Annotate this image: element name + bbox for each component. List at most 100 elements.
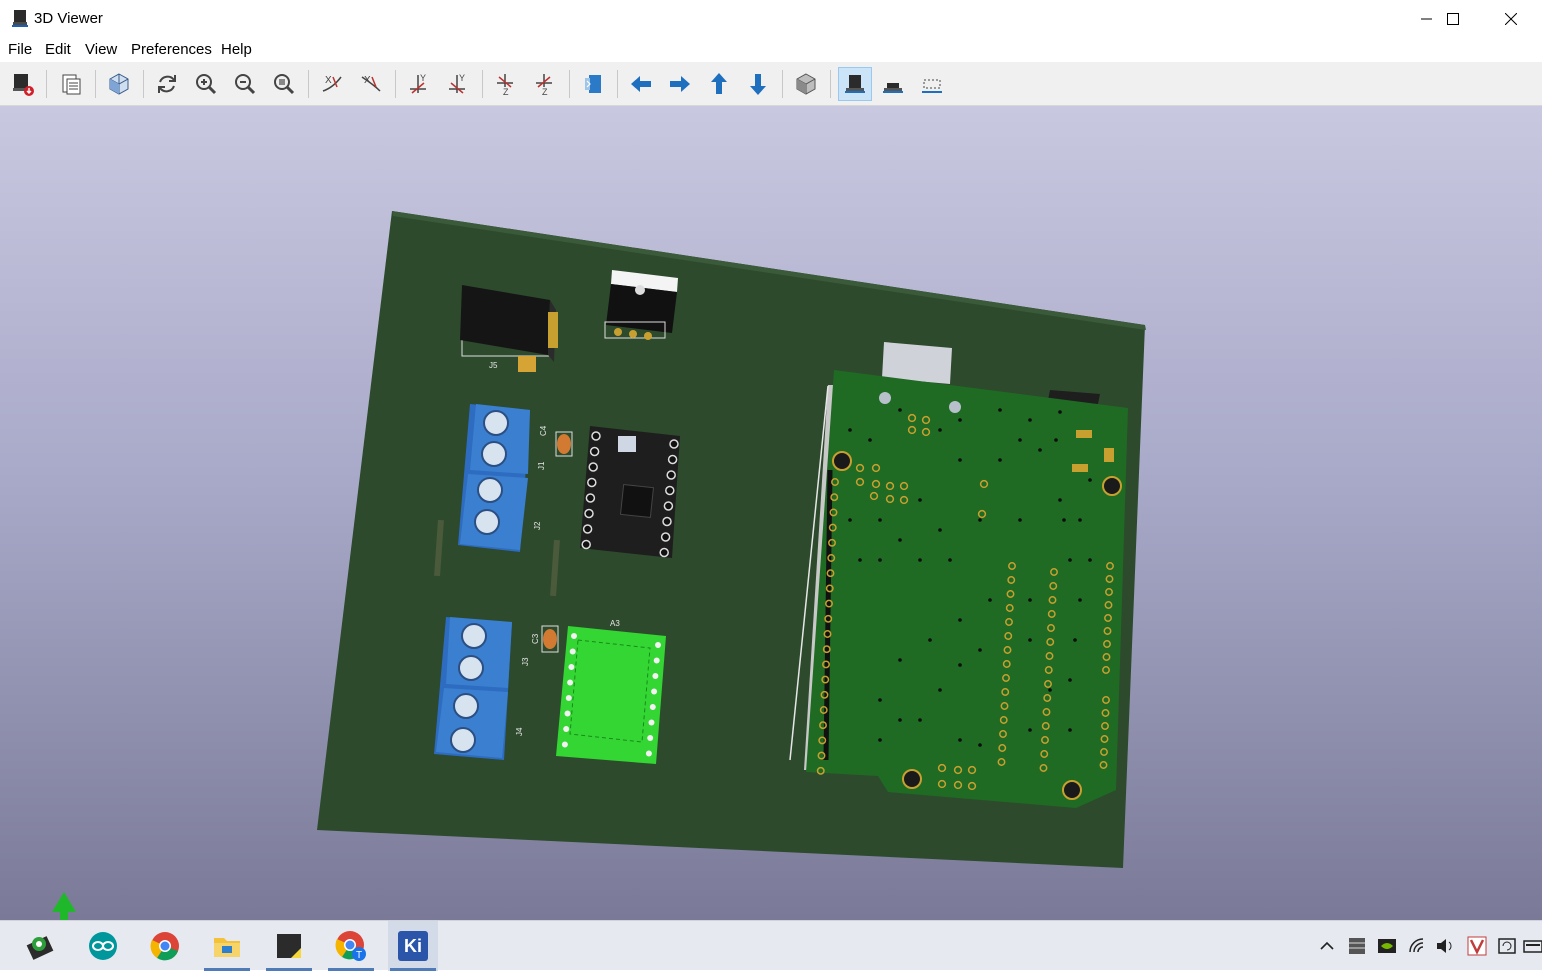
driver-pin	[666, 470, 676, 480]
svg-text:Y: Y	[420, 73, 426, 83]
nvidia-tray-button[interactable]	[1376, 935, 1398, 957]
show-hidden-icons-button[interactable]	[1316, 935, 1338, 957]
kicad-taskbar-app[interactable]: Ki	[388, 921, 438, 971]
export-image-button[interactable]	[6, 67, 40, 101]
vivaldi-tray-button[interactable]	[1466, 935, 1488, 957]
menu-help[interactable]: Help	[221, 41, 252, 58]
driver-pin	[662, 516, 672, 527]
via	[958, 458, 962, 462]
chrome-taskbar-icon	[150, 932, 179, 961]
axis-indicator	[52, 892, 76, 920]
move-down-button[interactable]	[741, 67, 775, 101]
storage-tray-button[interactable]	[1346, 935, 1368, 957]
move-left-button[interactable]	[624, 67, 658, 101]
rotate-z-cw-button[interactable]: Z	[489, 67, 523, 101]
driver-pin	[663, 501, 674, 511]
driver-pin	[645, 750, 652, 757]
3d-viewport[interactable]: J5 J1 J2 C4 J3 J4 C3 A3	[0, 106, 1542, 920]
kicad-pcbnew-taskbar-icon	[26, 936, 54, 960]
rotate-x-cw-icon: X	[322, 75, 342, 92]
menu-preferences[interactable]: Preferences	[131, 41, 212, 58]
driver-pin	[581, 539, 591, 550]
via	[848, 518, 852, 522]
kicad-pcbnew-taskbar-app[interactable]	[16, 921, 66, 971]
maximize-button[interactable]	[1430, 0, 1476, 38]
close-button[interactable]	[1488, 0, 1534, 38]
zoom-fit-button[interactable]	[267, 67, 301, 101]
rotate-z-ccw-button[interactable]: Z	[528, 67, 562, 101]
kicad-3d-viewer-icon	[12, 10, 28, 27]
wifi-tray-button[interactable]	[1406, 935, 1428, 957]
move-up-button[interactable]	[702, 67, 736, 101]
action-center-tray-button[interactable]	[1496, 935, 1518, 957]
via	[938, 428, 942, 432]
arduino-taskbar-app[interactable]	[78, 921, 128, 971]
via	[958, 618, 962, 622]
file-explorer-taskbar-app[interactable]	[202, 921, 252, 971]
ortho-view-button[interactable]	[789, 67, 823, 101]
action-center-icon	[1498, 938, 1516, 954]
driver-pin	[667, 454, 678, 465]
ref-a3: A3	[610, 619, 620, 628]
via	[898, 718, 902, 722]
zoom-out-button[interactable]	[228, 67, 262, 101]
rotate-x-cw-button[interactable]: X	[315, 67, 349, 101]
via	[998, 458, 1002, 462]
zoom-fit-icon	[274, 74, 295, 95]
via	[1078, 598, 1082, 602]
via	[918, 718, 922, 722]
menu-view[interactable]: View	[85, 41, 117, 58]
show-tht-button[interactable]	[838, 67, 872, 101]
driver-pin	[648, 719, 655, 726]
svg-text:X: X	[325, 75, 332, 86]
show-tht-icon	[845, 75, 865, 93]
copy-to-clipboard-button[interactable]	[54, 67, 88, 101]
driver-pin	[652, 673, 659, 679]
reload-button[interactable]	[150, 67, 184, 101]
via	[1073, 638, 1077, 642]
arduino-board	[789, 342, 1128, 808]
chrome-taskbar-app[interactable]	[140, 921, 190, 971]
reload-icon	[158, 75, 176, 93]
ref-j1: J1	[537, 461, 546, 470]
sticky-notes-taskbar-app[interactable]	[264, 921, 314, 971]
title-bar[interactable]: 3D Viewer	[0, 0, 1542, 38]
volume-tray-button[interactable]	[1434, 935, 1456, 957]
via	[978, 648, 982, 652]
move-right-button[interactable]	[663, 67, 697, 101]
close-icon	[1505, 13, 1517, 25]
driver-pin	[588, 462, 598, 472]
show-virtual-button[interactable]	[915, 67, 949, 101]
driver-pin	[660, 532, 671, 542]
via	[958, 738, 962, 742]
flip-board-button[interactable]	[576, 67, 610, 101]
window-title: 3D Viewer	[34, 10, 103, 27]
chrome-profile-taskbar-app[interactable]: T	[326, 921, 376, 971]
driver-pin	[584, 508, 594, 519]
zoom-in-button[interactable]	[189, 67, 223, 101]
driver-pin	[649, 704, 656, 710]
via	[1038, 448, 1042, 452]
ref-j4: J4	[515, 727, 524, 736]
raytracing-button[interactable]	[102, 67, 136, 101]
driver-pin	[564, 710, 571, 717]
via	[1078, 518, 1082, 522]
menu-file[interactable]: File	[8, 41, 32, 58]
via	[878, 698, 882, 702]
rotate-x-ccw-button[interactable]: X	[354, 67, 388, 101]
keyboard-tray-button[interactable]	[1522, 935, 1542, 957]
show-smd-icon	[883, 83, 903, 93]
menu-edit[interactable]: Edit	[45, 41, 71, 58]
show-smd-button[interactable]	[876, 67, 910, 101]
driver-pin	[659, 547, 669, 558]
chrome-profile-taskbar-icon: T	[335, 931, 366, 961]
show-virtual-icon	[922, 79, 942, 93]
rotate-y-ccw-button[interactable]: Y	[441, 67, 475, 101]
via	[898, 538, 902, 542]
rotate-y-cw-button[interactable]: Y	[402, 67, 436, 101]
via	[918, 558, 922, 562]
svg-text:Z: Z	[503, 87, 509, 97]
via	[1068, 678, 1072, 682]
storage-icon	[1349, 938, 1365, 954]
driver-pin	[585, 493, 596, 503]
